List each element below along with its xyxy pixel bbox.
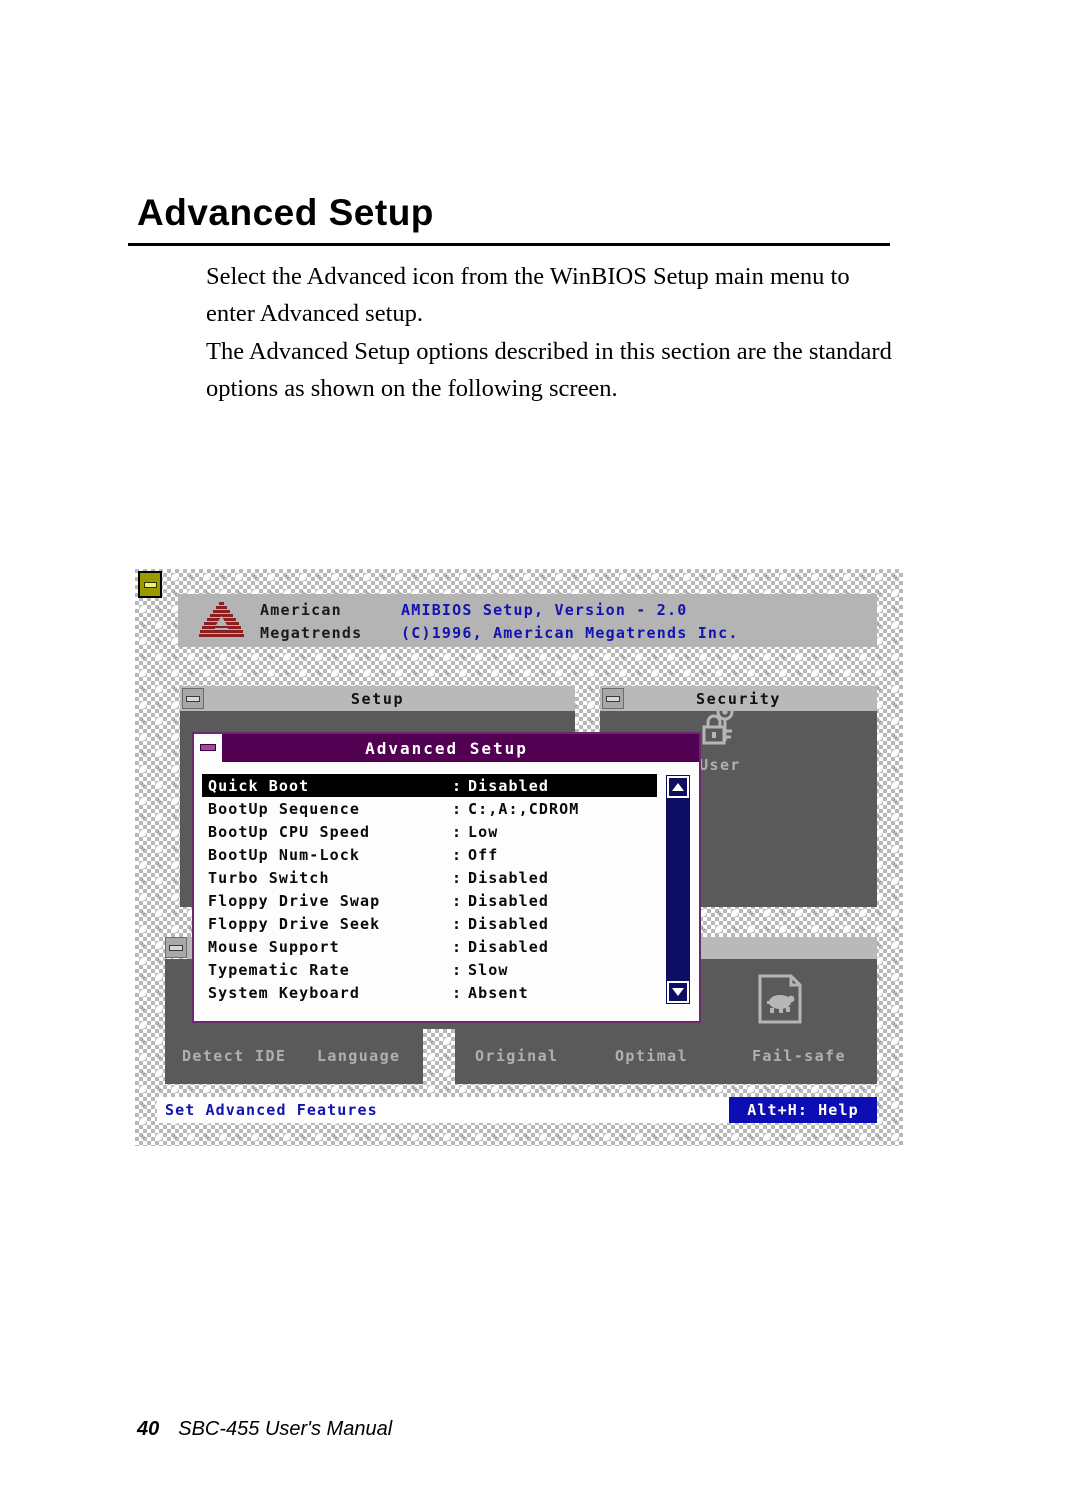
option-value: Disabled: [468, 937, 550, 956]
option-label: BootUp Sequence: [208, 799, 360, 818]
arrow-up-icon: [672, 783, 684, 791]
arrow-down-icon: [672, 988, 684, 996]
option-row-typematic-rate[interactable]: Typematic Rate : Slow: [202, 958, 657, 981]
button-detect-ide[interactable]: Detect IDE: [182, 1047, 286, 1065]
option-value: C:,A:,CDROM: [468, 799, 580, 818]
minimize-glyph-icon: [606, 696, 620, 702]
dialog-advanced-setup[interactable]: Advanced Setup Quick Boot : Disabled Boo…: [192, 732, 701, 1023]
dialog-title: Advanced Setup: [365, 738, 528, 758]
option-label: Floppy Drive Swap: [208, 891, 381, 910]
page-title: Advanced Setup: [137, 192, 434, 233]
intro-paragraph-2: The Advanced Setup options described in …: [206, 338, 892, 402]
dialog-scrollbar[interactable]: [665, 774, 691, 1005]
option-value: Off: [468, 845, 499, 864]
window-setup-titlebar: Setup: [180, 686, 575, 711]
minimize-glyph-icon: [186, 696, 200, 702]
option-row-floppy-drive-swap[interactable]: Floppy Drive Swap : Disabled: [202, 889, 657, 912]
page-number: 40: [137, 1418, 160, 1440]
option-row-floppy-drive-seek[interactable]: Floppy Drive Seek : Disabled: [202, 912, 657, 935]
button-language[interactable]: Language: [317, 1047, 400, 1065]
page-footer: 40 SBC-455 User's Manual: [137, 1418, 392, 1441]
banner-vendor-line2: Megatrends: [260, 624, 363, 642]
option-separator: :: [452, 868, 463, 887]
title-divider: [128, 243, 890, 246]
option-separator: :: [452, 845, 463, 864]
ami-pyramid-logo-icon: [199, 602, 244, 637]
advanced-options-list: Quick Boot : Disabled BootUp Sequence : …: [202, 774, 657, 1004]
option-row-turbo-switch[interactable]: Turbo Switch : Disabled: [202, 866, 657, 889]
option-separator: :: [452, 776, 463, 795]
option-label: Turbo Switch: [208, 868, 330, 887]
option-label: System Keyboard: [208, 983, 360, 1002]
option-row-bootup-cpu-speed[interactable]: BootUp CPU Speed : Low: [202, 820, 657, 843]
option-row-system-keyboard[interactable]: System Keyboard : Absent: [202, 981, 657, 1004]
bottom-strip-left: Detect IDE Language: [165, 1029, 423, 1084]
banner-product-line1: AMIBIOS Setup, Version - 2.0: [401, 601, 688, 619]
option-row-bootup-num-lock[interactable]: BootUp Num-Lock : Off: [202, 843, 657, 866]
banner-product-line2: (C)1996, American Megatrends Inc.: [401, 624, 739, 642]
banner-vendor-line1: American: [260, 601, 342, 619]
amibios-banner: American Megatrends AMIBIOS Setup, Versi…: [178, 594, 877, 647]
scroll-up-button[interactable]: [667, 776, 689, 798]
option-row-bootup-sequence[interactable]: BootUp Sequence : C:,A:,CDROM: [202, 797, 657, 820]
banner-vendor: American Megatrends: [260, 599, 362, 645]
dialog-titlebar: Advanced Setup: [194, 734, 699, 762]
option-value: Low: [468, 822, 499, 841]
option-value: Disabled: [468, 891, 550, 910]
scroll-down-button[interactable]: [667, 981, 689, 1003]
option-label: Mouse Support: [208, 937, 340, 956]
option-separator: :: [452, 822, 463, 841]
status-message: Set Advanced Features: [165, 1101, 378, 1119]
bios-screenshot-figure: American Megatrends AMIBIOS Setup, Versi…: [135, 569, 903, 1146]
option-value: Disabled: [468, 776, 550, 795]
window-lower-system-button[interactable]: [165, 937, 187, 958]
option-label: Floppy Drive Seek: [208, 914, 381, 933]
minimize-glyph-icon: [200, 744, 216, 751]
option-value: Slow: [468, 960, 509, 979]
option-label: BootUp CPU Speed: [208, 822, 371, 841]
minimize-glyph-icon: [169, 945, 183, 951]
bottom-strip-right: Original Optimal Fail-safe: [455, 1029, 877, 1084]
manual-title: SBC-455 User's Manual: [178, 1418, 393, 1440]
intro-paragraph-1: Select the Advanced icon from the WinBIO…: [206, 263, 850, 327]
button-original[interactable]: Original: [475, 1047, 558, 1065]
option-value: Disabled: [468, 868, 550, 887]
option-value: Disabled: [468, 914, 550, 933]
option-separator: :: [452, 960, 463, 979]
window-setup-system-button[interactable]: [182, 688, 204, 709]
help-hint-button[interactable]: Alt+H: Help: [729, 1097, 877, 1123]
option-label: Quick Boot: [208, 776, 310, 795]
security-icon-user-label: User: [699, 756, 741, 774]
option-label: Typematic Rate: [208, 960, 350, 979]
button-fail-safe[interactable]: Fail-safe: [752, 1047, 846, 1065]
status-bar: Set Advanced Features Alt+H: Help: [157, 1097, 877, 1123]
window-setup-title: Setup: [350, 689, 405, 708]
option-separator: :: [452, 914, 463, 933]
option-separator: :: [452, 799, 463, 818]
option-separator: :: [452, 937, 463, 956]
desktop-system-button[interactable]: [138, 571, 162, 598]
dialog-system-button[interactable]: [194, 734, 222, 762]
option-value: Absent: [468, 983, 529, 1002]
minimize-glyph-icon: [144, 582, 157, 588]
option-label: BootUp Num-Lock: [208, 845, 360, 864]
lock-key-icon: [702, 703, 734, 745]
turtle-page-icon: [758, 974, 802, 1024]
option-row-quick-boot[interactable]: Quick Boot : Disabled: [202, 774, 657, 797]
option-separator: :: [452, 983, 463, 1002]
option-row-mouse-support[interactable]: Mouse Support : Disabled: [202, 935, 657, 958]
window-security-system-button[interactable]: [602, 688, 624, 709]
banner-product: AMIBIOS Setup, Version - 2.0 (C)1996, Am…: [401, 599, 739, 645]
button-optimal[interactable]: Optimal: [615, 1047, 688, 1065]
manual-page: Advanced Setup Select the Advanced icon …: [0, 0, 1080, 1511]
option-separator: :: [452, 891, 463, 910]
